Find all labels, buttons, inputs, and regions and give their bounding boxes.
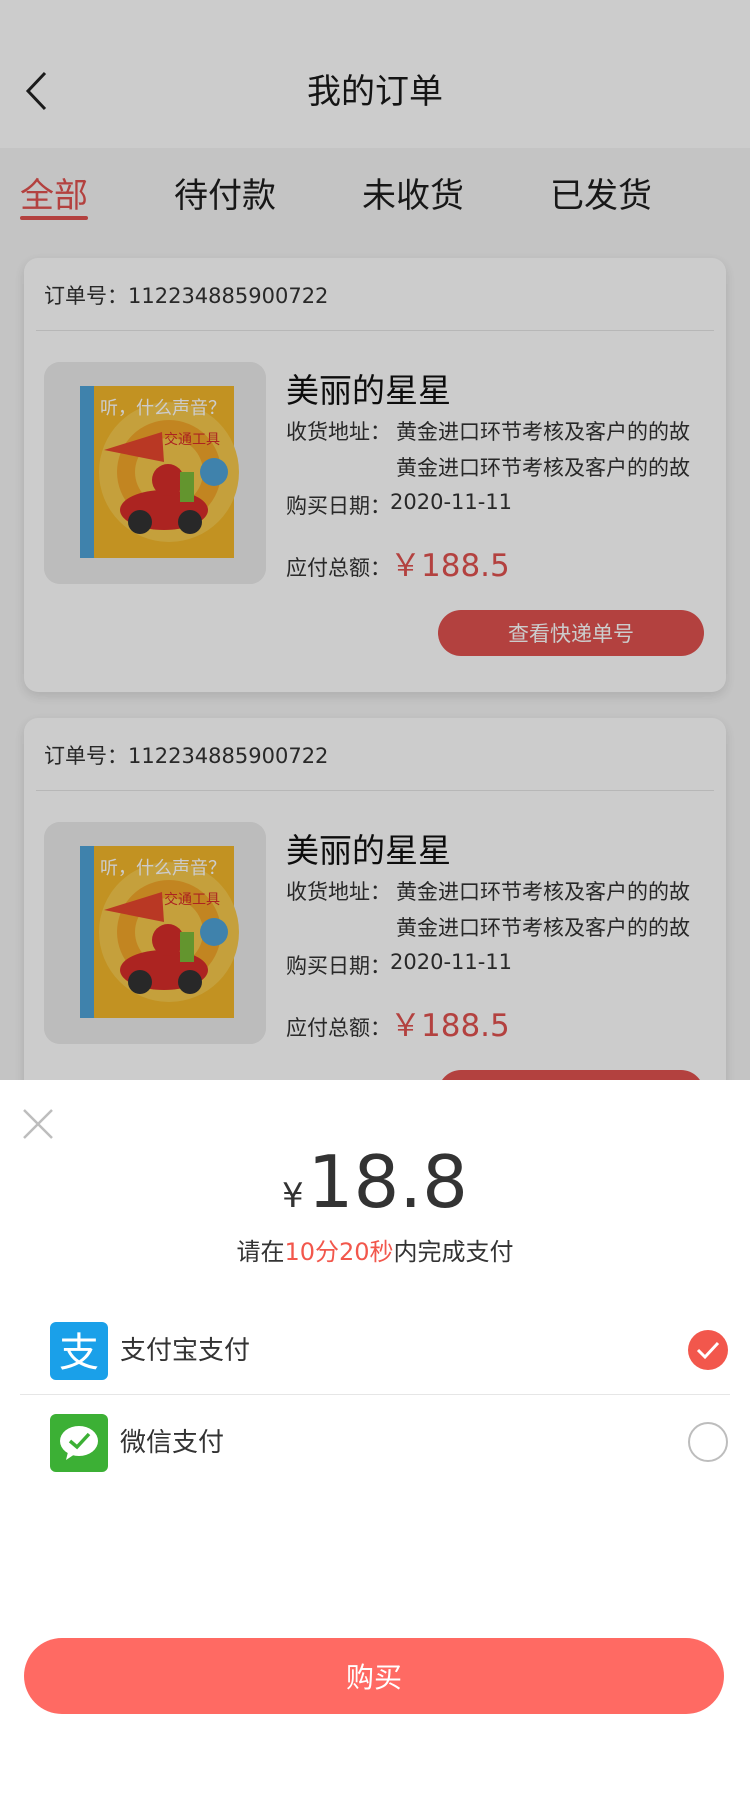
modal-backdrop[interactable] (0, 0, 750, 1080)
alipay-icon: 支 (50, 1322, 108, 1380)
wechat-pay-icon (50, 1414, 108, 1472)
close-icon (23, 1109, 53, 1139)
buy-button[interactable]: 购买 (24, 1638, 724, 1714)
countdown-prefix: 请在 (236, 1238, 285, 1266)
payment-option-wechat[interactable]: 微信支付 (20, 1394, 730, 1486)
checkmark-icon[interactable] (688, 1330, 728, 1370)
svg-text:支: 支 (59, 1330, 99, 1376)
countdown-suffix: 内完成支付 (393, 1238, 514, 1266)
payment-option-label: 支付宝支付 (120, 1336, 251, 1366)
payment-amount: ¥18.8 (0, 1140, 750, 1224)
payment-countdown: 请在10分20秒内完成支付 (0, 1232, 750, 1267)
payment-option-label: 微信支付 (120, 1428, 225, 1458)
payment-option-alipay[interactable]: 支 支付宝支付 (20, 1302, 730, 1394)
countdown-time: 10分20秒 (284, 1238, 394, 1266)
radio-unchecked-icon[interactable] (688, 1422, 728, 1462)
close-button[interactable] (20, 1106, 56, 1142)
currency-symbol: ¥ (282, 1176, 304, 1216)
amount-value: 18.8 (307, 1140, 468, 1224)
payment-sheet: ¥18.8 请在10分20秒内完成支付 支 支付宝支付 微信支付 购买 (0, 1080, 750, 1793)
